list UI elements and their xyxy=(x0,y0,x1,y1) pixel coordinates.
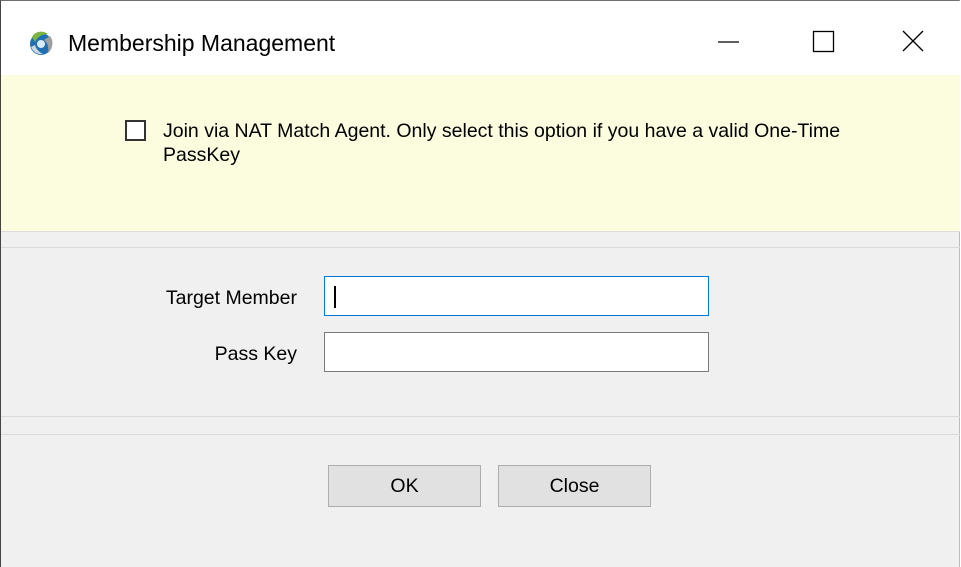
title-bar[interactable]: Membership Management xyxy=(1,1,960,75)
pass-key-input[interactable] xyxy=(324,332,709,372)
close-button[interactable]: Close xyxy=(498,465,651,507)
app-logo-icon xyxy=(30,31,53,55)
ok-button[interactable]: OK xyxy=(328,465,481,507)
minimize-button[interactable] xyxy=(682,1,774,75)
nat-match-agent-checkbox[interactable] xyxy=(125,120,146,141)
text-caret xyxy=(334,286,336,308)
target-member-input[interactable] xyxy=(324,276,709,316)
divider-middle xyxy=(1,416,960,417)
divider-bottom xyxy=(1,434,960,435)
window-title: Membership Management xyxy=(68,30,336,56)
close-window-button[interactable] xyxy=(866,1,958,75)
target-member-label: Target Member xyxy=(165,287,297,309)
nat-match-agent-label[interactable]: Join via NAT Match Agent. Only select th… xyxy=(163,119,883,167)
membership-management-dialog: Membership Management Join via NAT Match… xyxy=(0,0,960,567)
minimize-icon xyxy=(718,41,739,43)
maximize-icon xyxy=(812,30,835,53)
maximize-button[interactable] xyxy=(774,1,866,75)
close-icon xyxy=(902,30,924,52)
divider-top xyxy=(1,247,960,248)
pass-key-label: Pass Key xyxy=(214,343,297,365)
nat-info-panel: Join via NAT Match Agent. Only select th… xyxy=(1,75,960,232)
